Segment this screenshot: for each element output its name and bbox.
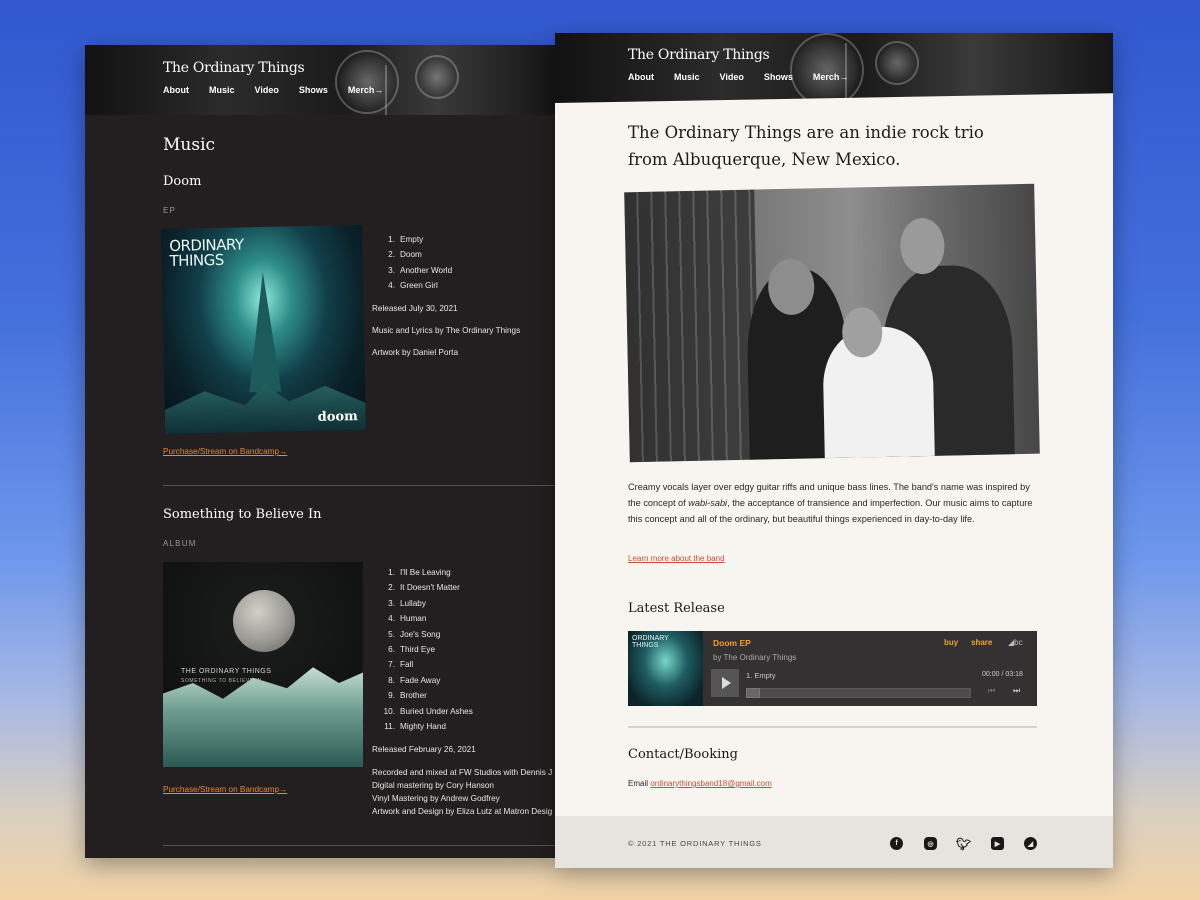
play-button[interactable]	[711, 669, 739, 697]
play-icon	[722, 677, 731, 689]
release-title-something: Something to Believe In	[163, 507, 322, 522]
learn-more-link[interactable]: Learn more about the band	[628, 554, 725, 563]
list-item: 7. Fall	[388, 660, 414, 670]
art-title: ORDINARY THINGS	[632, 635, 669, 649]
nav-music[interactable]: Music	[674, 72, 700, 82]
player-title[interactable]: Doom EP	[713, 638, 751, 648]
site-footer: © 2021 THE ORDINARY THINGS f ◎ 🐦︎ ▶ ◢	[555, 816, 1113, 868]
contact-heading: Contact/Booking	[628, 747, 738, 762]
home-page-window: The Ordinary Things About Music Video Sh…	[555, 33, 1113, 868]
cover-subtitle: SOMETHING TO BELIEVE IN	[181, 678, 262, 684]
site-title[interactable]: The Ordinary Things	[628, 47, 770, 63]
site-title[interactable]: The Ordinary Things	[163, 60, 305, 76]
intro-heading: The Ordinary Things are an indie rock tr…	[628, 123, 984, 169]
facebook-icon[interactable]: f	[890, 837, 903, 850]
nav-video[interactable]: Video	[255, 85, 279, 95]
list-item: 4. Human	[388, 614, 427, 624]
list-item: 10. Buried Under Ashes	[383, 706, 473, 716]
list-item: 4. Green Girl	[388, 281, 438, 291]
copyright: © 2021 THE ORDINARY THINGS	[628, 839, 762, 848]
list-item: 3. Another World	[388, 265, 453, 275]
page-title: Music	[163, 135, 216, 155]
buy-button[interactable]: buy	[944, 638, 958, 647]
tracklist-doom: 1. Empty 2. Doom 3. Another World 4. Green G…	[371, 235, 452, 297]
list-item: 3. Lullaby	[388, 598, 426, 608]
email-link[interactable]: ordinarythingsband18@gmail.com	[650, 779, 772, 788]
progress-bar[interactable]	[746, 688, 971, 698]
list-item: 11. Mighty Hand	[384, 721, 446, 731]
bandcamp-link[interactable]: Purchase/Stream on Bandcamp→	[163, 785, 287, 794]
instagram-icon[interactable]: ◎	[924, 837, 937, 850]
main-nav: About Music Video Shows Merch→	[163, 85, 403, 95]
nav-about[interactable]: About	[628, 72, 654, 82]
cymbal-image	[415, 55, 459, 99]
release-title-doom: Doom	[163, 174, 202, 189]
tracklist-album: 1. I'll Be Leaving 2. It Doesn't Matter 3.…	[371, 568, 473, 737]
cymbal-image	[875, 41, 919, 85]
list-item: 6. Third Eye	[388, 644, 436, 654]
release-date: Released February 26, 2021	[372, 745, 476, 754]
share-button[interactable]: share	[971, 638, 992, 647]
list-item: 2. It Doesn't Matter	[388, 583, 460, 593]
section-divider	[163, 485, 555, 486]
list-item: 1. I'll Be Leaving	[388, 568, 451, 577]
band-description: Creamy vocals layer over edgy guitar rif…	[628, 482, 1033, 524]
credit-line: Artwork and Design by Eliza Lutz at Matr…	[372, 807, 553, 816]
nav-music[interactable]: Music	[209, 85, 235, 95]
album-cover-art: THE ORDINARY THINGS SOMETHING TO BELIEVE…	[163, 562, 363, 767]
list-item: 8. Fade Away	[388, 675, 441, 685]
player-artist[interactable]: by The Ordinary Things	[713, 653, 796, 662]
credit-line: Recorded and mixed at FW Studios with De…	[372, 768, 553, 777]
doom-cover-art: ORDINARY THINGS doom	[160, 224, 367, 435]
track-time: 00:00 / 03:18	[982, 671, 1023, 678]
bandcamp-link[interactable]: Purchase/Stream on Bandcamp→	[163, 447, 287, 456]
credit-line: Music and Lyrics by The Ordinary Things	[372, 326, 521, 335]
list-item: 1. Empty	[388, 235, 424, 244]
next-track-icon[interactable]: ⏭	[1013, 686, 1020, 696]
list-item: 9. Brother	[388, 691, 427, 701]
twitter-icon[interactable]: 🐦︎	[956, 837, 971, 851]
nav-merch[interactable]: Merch→	[348, 85, 384, 95]
cover-word: doom	[317, 409, 359, 425]
photo-building	[624, 189, 760, 463]
release-kind: EP	[163, 206, 177, 215]
list-item: 2. Doom	[388, 250, 422, 260]
email-row: Email ordinarythingsband18@gmail.com	[628, 779, 772, 788]
release-kind: ALBUM	[163, 539, 197, 548]
previous-track-icon[interactable]: ⏮	[988, 686, 995, 696]
moon-image	[233, 590, 295, 652]
cover-title: THE ORDINARY THINGS	[181, 668, 272, 675]
bandcamp-player: ORDINARY THINGS Doom EP by The Ordinary …	[628, 631, 1037, 706]
current-track: 1. Empty	[746, 671, 776, 680]
drum-image	[790, 33, 864, 103]
latest-release-heading: Latest Release	[628, 601, 725, 616]
section-divider	[163, 845, 555, 846]
email-label: Email	[628, 779, 649, 788]
nav-video[interactable]: Video	[720, 72, 744, 82]
nav-shows[interactable]: Shows	[299, 85, 328, 95]
credit-line: Vinyl Mastering by Andrew Godfrey	[372, 794, 500, 803]
credit-line: Digital mastering by Cory Hanson	[372, 781, 494, 790]
nav-shows[interactable]: Shows	[764, 72, 793, 82]
progress-handle[interactable]	[746, 688, 760, 698]
main-nav: About Music Video Shows Merch→	[628, 72, 868, 82]
bandcamp-icon[interactable]: ◢	[1024, 837, 1037, 850]
cover-title: ORDINARY THINGS	[169, 235, 244, 270]
section-divider	[628, 726, 1037, 728]
list-item: 5. Joe's Song	[388, 629, 441, 639]
credit-line: Artwork by Daniel Porta	[372, 348, 459, 357]
nav-merch[interactable]: Merch→	[813, 72, 849, 82]
cover-tower	[246, 271, 282, 393]
header-hero: The Ordinary Things About Music Video Sh…	[85, 45, 555, 115]
release-date: Released July 30, 2021	[372, 304, 458, 313]
music-page-window: The Ordinary Things About Music Video Sh…	[85, 45, 555, 858]
band-photo	[624, 183, 1040, 463]
youtube-icon[interactable]: ▶	[991, 837, 1004, 850]
player-album-art[interactable]: ORDINARY THINGS	[628, 631, 703, 706]
nav-about[interactable]: About	[163, 85, 189, 95]
drum-image	[335, 50, 399, 114]
bandcamp-logo[interactable]: ◢bc	[1008, 638, 1023, 647]
header-hero: The Ordinary Things About Music Video Sh…	[555, 33, 1113, 103]
